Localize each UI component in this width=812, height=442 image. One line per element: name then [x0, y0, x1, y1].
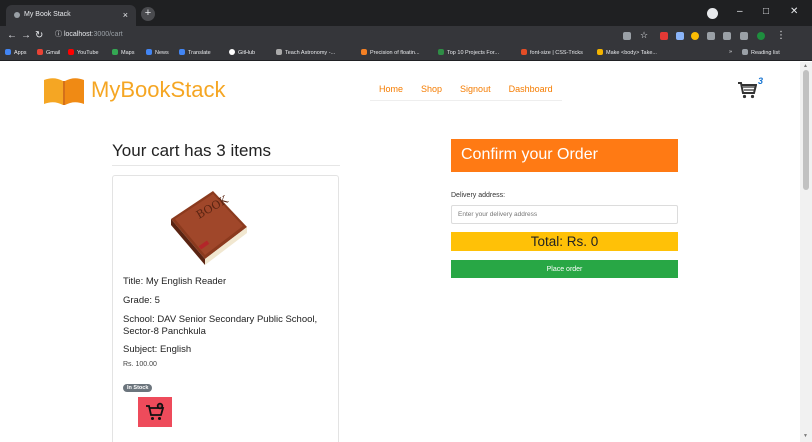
- cart-heading: Your cart has 3 items: [112, 141, 272, 160]
- heading-divider: [112, 165, 340, 166]
- browser-toolbar: ← → ↻ ⓘ localhost:3000/cart ☆ ⋮: [0, 26, 812, 46]
- nav-dashboard[interactable]: Dashboard: [500, 84, 562, 100]
- bookmark-news[interactable]: News: [146, 49, 169, 56]
- extension-icon[interactable]: [676, 32, 684, 40]
- bookmark-apps[interactable]: Apps: [5, 49, 27, 56]
- url-path: :3000/cart: [91, 31, 123, 38]
- reading-list-icon: [742, 49, 748, 55]
- confirm-order-header: Confirm your Order: [451, 139, 678, 172]
- bookmark-star-icon[interactable]: ☆: [640, 30, 648, 41]
- minimize-button[interactable]: –: [737, 6, 743, 17]
- reading-list-button[interactable]: Reading list: [742, 49, 780, 56]
- scroll-up-arrow-icon[interactable]: ▲: [803, 63, 808, 69]
- reload-icon[interactable]: ↻: [35, 30, 43, 41]
- browser-tab[interactable]: My Book Stack ×: [6, 5, 136, 26]
- avatar[interactable]: [757, 32, 765, 40]
- nav-shop[interactable]: Shop: [412, 84, 451, 100]
- extensions-puzzle-icon[interactable]: [723, 32, 731, 40]
- extension-pdf-icon[interactable]: [660, 32, 668, 40]
- item-grade: Grade: 5: [123, 295, 160, 306]
- bookmark-make-body[interactable]: Make <body> Take...: [597, 49, 657, 56]
- bookmark-gmail[interactable]: Gmail: [37, 49, 60, 56]
- scroll-down-arrow-icon[interactable]: ▼: [803, 433, 808, 439]
- tab-favicon-icon: [14, 12, 20, 18]
- forward-arrow-icon[interactable]: →: [21, 30, 31, 41]
- css-tricks-icon: [521, 49, 527, 55]
- bookmark-css-tricks[interactable]: font-size | CSS-Tricks: [521, 49, 583, 56]
- maps-icon: [112, 49, 118, 55]
- extension-circle-icon[interactable]: [691, 32, 699, 40]
- bookmark-top-projects[interactable]: Top 10 Projects For...: [438, 49, 499, 56]
- tab-close-button[interactable]: ×: [123, 10, 128, 20]
- item-title: Title: My English Reader: [123, 276, 227, 287]
- bookmarks-more-button[interactable]: »: [729, 49, 732, 55]
- page-scrollbar[interactable]: ▲ ▼: [800, 62, 812, 442]
- stock-badge: In Stock: [123, 384, 153, 392]
- scrollbar-thumb[interactable]: [803, 70, 809, 190]
- cart-item-card: BOOK Title: My English Reader Grade: 5 S…: [112, 175, 339, 442]
- nav-signout[interactable]: Signout: [451, 84, 500, 100]
- bookmarks-bar: Apps Gmail YouTube Maps News Translate G…: [0, 46, 812, 61]
- open-book-logo-icon[interactable]: [42, 76, 86, 106]
- browser-menu-icon[interactable]: ⋮: [776, 30, 786, 41]
- brand-name[interactable]: MyBookStack: [91, 77, 226, 103]
- order-total: Total: Rs. 0: [451, 232, 678, 251]
- astronomy-icon: [276, 49, 282, 55]
- bookmark-translate[interactable]: Translate: [179, 49, 211, 56]
- stackoverflow-icon: [361, 49, 367, 55]
- cart-plus-icon: [146, 402, 165, 420]
- address-bar[interactable]: ⓘ localhost:3000/cart: [55, 29, 123, 39]
- gmail-icon: [37, 49, 43, 55]
- youtube-icon: [68, 49, 74, 55]
- news-icon: [146, 49, 152, 55]
- extension-grid-icon[interactable]: [707, 32, 715, 40]
- add-to-cart-button[interactable]: [138, 397, 172, 427]
- tab-title: My Book Stack: [24, 11, 71, 18]
- url-host: localhost: [63, 31, 92, 38]
- item-price: Rs. 100.00: [123, 361, 157, 368]
- media-icon[interactable]: [740, 32, 748, 40]
- book-icon: BOOK: [171, 191, 247, 265]
- shopping-cart-icon[interactable]: [737, 81, 757, 99]
- geeksforgeeks-icon: [438, 49, 444, 55]
- item-subject: Subject: English: [123, 344, 192, 355]
- delivery-address-input[interactable]: [451, 205, 678, 224]
- maximize-button[interactable]: □: [763, 6, 769, 17]
- bookmark-page-icon: [597, 49, 603, 55]
- bookmark-youtube[interactable]: YouTube: [68, 49, 99, 56]
- delivery-address-label: Delivery address:: [451, 192, 506, 199]
- place-order-button[interactable]: Place order: [451, 260, 678, 278]
- key-icon[interactable]: [623, 32, 631, 40]
- main-nav: Home Shop Signout Dashboard: [370, 84, 562, 101]
- github-icon: [229, 49, 235, 55]
- site-info-icon[interactable]: ⓘ: [55, 31, 62, 38]
- page-content: MyBookStack Home Shop Signout Dashboard …: [0, 62, 800, 442]
- item-school: School: DAV Senior Secondary Public Scho…: [123, 314, 318, 337]
- close-window-button[interactable]: ✕: [790, 6, 798, 17]
- bookmark-maps[interactable]: Maps: [112, 49, 134, 56]
- new-tab-button[interactable]: +: [141, 7, 155, 21]
- bookmark-github[interactable]: GitHub: [229, 49, 255, 56]
- bookmark-teach-astronomy[interactable]: Teach Astronomy -...: [276, 49, 335, 56]
- translate-icon: [179, 49, 185, 55]
- cart-count-badge: 3: [758, 76, 764, 86]
- back-arrow-icon[interactable]: ←: [7, 30, 17, 41]
- nav-home[interactable]: Home: [370, 84, 412, 100]
- profile-icon[interactable]: [707, 8, 718, 19]
- apps-grid-icon: [5, 49, 11, 55]
- bookmark-precision[interactable]: Precision of floatin...: [361, 49, 420, 56]
- browser-tab-bar: My Book Stack × + – □ ✕: [0, 0, 812, 26]
